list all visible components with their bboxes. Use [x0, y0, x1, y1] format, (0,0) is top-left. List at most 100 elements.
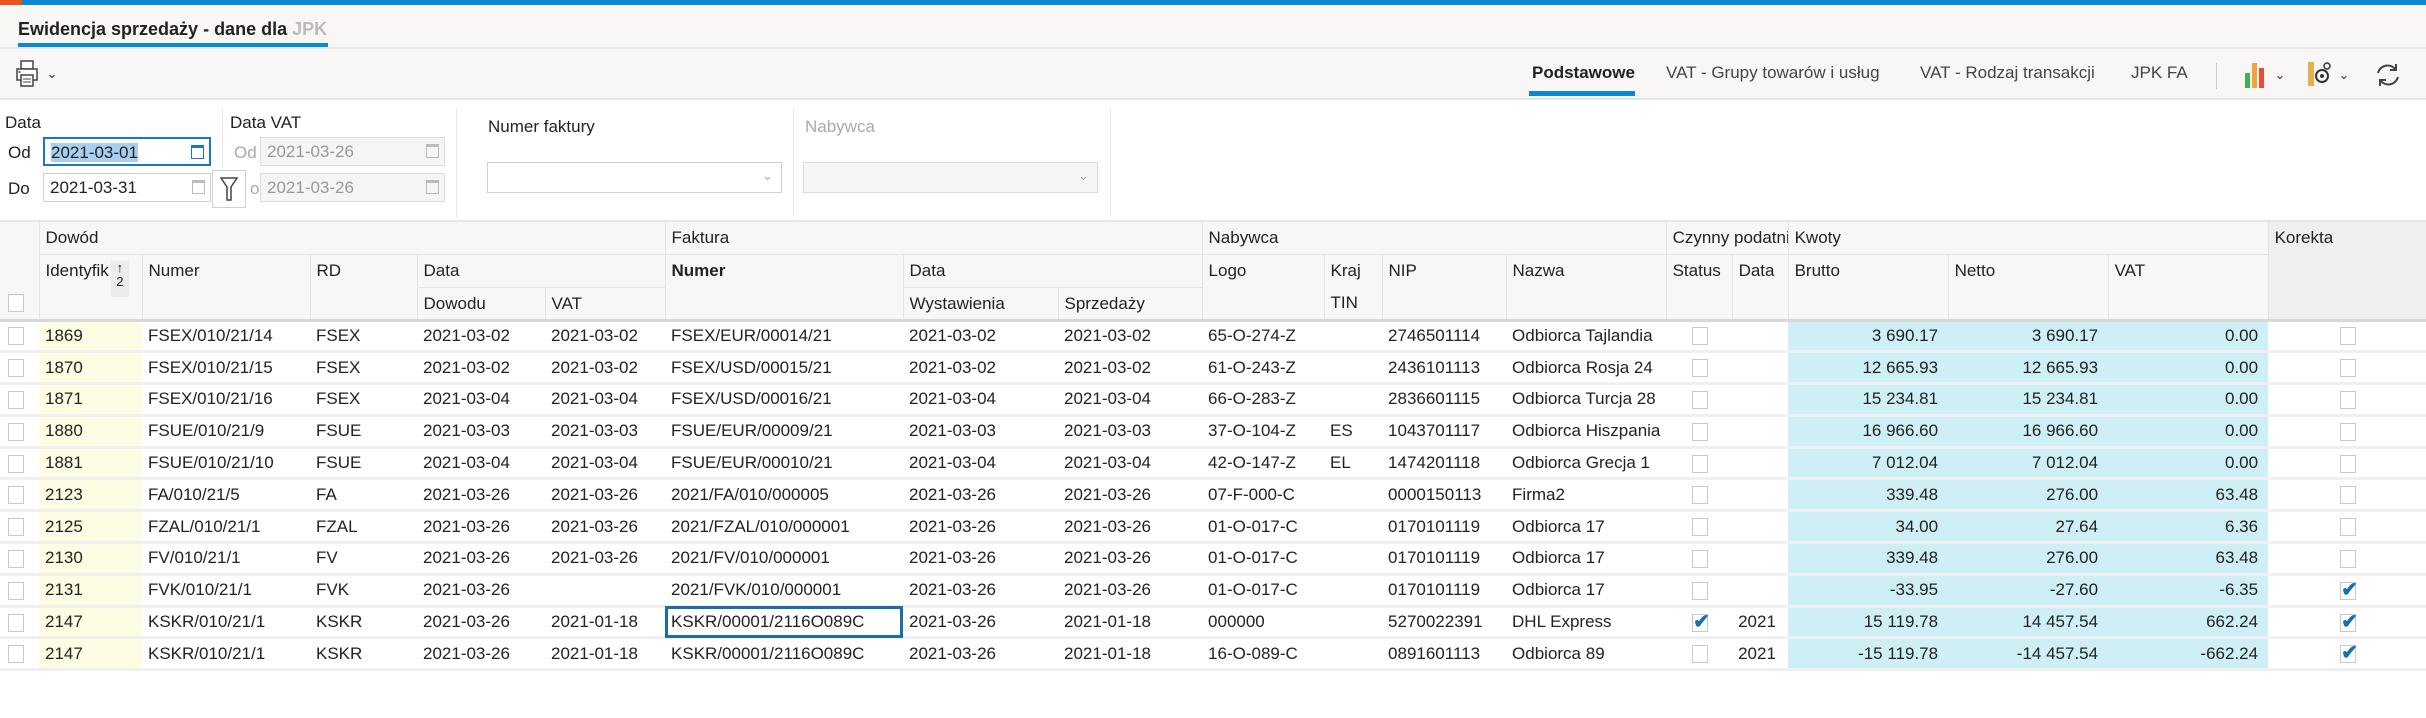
cell-nazwa[interactable]: Odbiorca 17: [1506, 510, 1667, 545]
cell-f-numer[interactable]: FSEX/EUR/00014/21: [665, 320, 904, 354]
cell-nip[interactable]: 0170101119: [1382, 510, 1507, 545]
column-header-netto[interactable]: Netto: [1948, 254, 2109, 322]
column-header-status[interactable]: Status: [1666, 254, 1733, 322]
cell-logo[interactable]: 07-F-000-C: [1202, 478, 1325, 513]
column-header-faktura-numer[interactable]: Numer: [665, 254, 904, 322]
cell-sprz[interactable]: 2021-03-02: [1058, 320, 1203, 354]
cell-k-vat[interactable]: 6.36: [2108, 510, 2269, 545]
row-select-checkbox[interactable]: [8, 549, 24, 568]
column-header-identyfik[interactable]: Identyfik ↑ 2: [39, 254, 143, 322]
cell-brutto[interactable]: -15 119.78: [1788, 637, 1949, 672]
cell-kraj[interactable]: ES: [1324, 415, 1383, 449]
cell-logo[interactable]: 16-O-089-C: [1202, 637, 1325, 672]
cell-k-vat[interactable]: 63.48: [2108, 478, 2269, 513]
cell-netto[interactable]: 3 690.17: [1948, 320, 2109, 354]
cell-vat[interactable]: 2021-03-26: [545, 542, 666, 576]
cell-kraj[interactable]: [1324, 383, 1383, 417]
cell-vat[interactable]: 2021-03-02: [545, 351, 666, 386]
calendar-icon[interactable]: [191, 145, 204, 159]
cell-numer[interactable]: FA/010/21/5: [142, 478, 310, 513]
view-tab-podstawowe[interactable]: Podstawowe: [1532, 63, 1635, 83]
cell-numer[interactable]: FSEX/010/21/16: [142, 383, 310, 417]
cell-nip[interactable]: 0891601113: [1382, 637, 1507, 672]
cell-nazwa[interactable]: Odbiorca 17: [1506, 542, 1667, 576]
column-header-wystawienia[interactable]: Wystawienia: [903, 287, 1059, 322]
cell-netto[interactable]: 7 012.04: [1948, 447, 2109, 481]
cell-wyst[interactable]: 2021-03-04: [903, 447, 1059, 481]
cell-rd[interactable]: FSUE: [310, 415, 417, 449]
cell-dowodu[interactable]: 2021-03-26: [417, 510, 545, 545]
column-header-nip[interactable]: NIP: [1382, 254, 1507, 322]
cell-id[interactable]: 1869: [39, 320, 142, 354]
cell-f-numer[interactable]: 2021/FVK/010/000001: [665, 574, 904, 608]
cell-id[interactable]: 2123: [39, 478, 142, 513]
cell-dowodu[interactable]: 2021-03-26: [417, 478, 545, 513]
cell-sprz[interactable]: 2021-03-04: [1058, 447, 1203, 481]
cell-vat[interactable]: 2021-03-03: [545, 415, 666, 449]
cell-nip[interactable]: 1043701117: [1382, 415, 1507, 449]
cell-c-data[interactable]: [1732, 510, 1789, 545]
data-od-input[interactable]: 2021-03-01: [43, 137, 211, 166]
column-header-nazwa[interactable]: Nazwa: [1506, 254, 1667, 322]
cell-dowodu[interactable]: 2021-03-02: [417, 351, 545, 386]
cell-sprz[interactable]: 2021-03-03: [1058, 415, 1203, 449]
cell-netto[interactable]: 15 234.81: [1948, 383, 2109, 417]
status-checkbox[interactable]: [1692, 549, 1709, 568]
cell-rd[interactable]: FZAL: [310, 510, 417, 545]
cell-sprz[interactable]: 2021-03-26: [1058, 478, 1203, 513]
cell-netto[interactable]: 14 457.54: [1948, 606, 2109, 640]
cell-brutto[interactable]: 339.48: [1788, 478, 1949, 513]
korekta-checkbox[interactable]: [2340, 327, 2357, 346]
korekta-checkbox[interactable]: [2340, 486, 2357, 505]
data-vat-od-input[interactable]: 2021-03-26: [260, 137, 445, 166]
row-select-checkbox[interactable]: [8, 359, 24, 378]
cell-nazwa[interactable]: Odbiorca Rosja 24: [1506, 351, 1667, 386]
korekta-checkbox[interactable]: [2340, 391, 2357, 409]
cell-wyst[interactable]: 2021-03-04: [903, 383, 1059, 417]
cell-id[interactable]: 2131: [39, 574, 142, 608]
row-select-checkbox[interactable]: [8, 327, 24, 346]
table-row[interactable]: 2131 FVK/010/21/1 FVK 2021-03-26 2021/FVK/01…: [0, 574, 2426, 608]
cell-kraj[interactable]: [1324, 510, 1383, 545]
view-tab-vat-grupy[interactable]: VAT - Grupy towarów i usług: [1666, 63, 1880, 83]
cell-k-vat[interactable]: -662.24: [2108, 637, 2269, 672]
cell-vat[interactable]: 2021-03-04: [545, 447, 666, 481]
cell-nip[interactable]: 0170101119: [1382, 574, 1507, 608]
column-header-numer[interactable]: Numer: [142, 254, 311, 322]
cell-dowodu[interactable]: 2021-03-26: [417, 574, 545, 608]
cell-nip[interactable]: 2836601115: [1382, 383, 1507, 417]
cell-logo[interactable]: 42-O-147-Z: [1202, 447, 1325, 481]
cell-dowodu[interactable]: 2021-03-03: [417, 415, 545, 449]
table-row[interactable]: 1880 FSUE/010/21/9 FSUE 2021-03-03 2021-03-0…: [0, 415, 2426, 449]
cell-wyst[interactable]: 2021-03-26: [903, 574, 1059, 608]
cell-k-vat[interactable]: 0.00: [2108, 447, 2269, 481]
cell-netto[interactable]: 276.00: [1948, 478, 2109, 513]
cell-sprz[interactable]: 2021-03-02: [1058, 351, 1203, 386]
status-checkbox[interactable]: [1692, 327, 1709, 346]
cell-numer[interactable]: KSKR/010/21/1: [142, 637, 310, 672]
cell-f-numer[interactable]: FSEX/USD/00015/21: [665, 351, 904, 386]
cell-rd[interactable]: FVK: [310, 574, 417, 608]
row-select-checkbox[interactable]: [8, 581, 24, 600]
cell-logo[interactable]: 000000: [1202, 606, 1325, 640]
cell-f-numer[interactable]: KSKR/00001/2116O089C: [665, 637, 904, 672]
cell-sprz[interactable]: 2021-03-26: [1058, 574, 1203, 608]
cell-nazwa[interactable]: Odbiorca Hiszpania: [1506, 415, 1667, 449]
cell-numer[interactable]: FVK/010/21/1: [142, 574, 310, 608]
cell-id[interactable]: 2147: [39, 637, 142, 672]
table-row[interactable]: 1869 FSEX/010/21/14 FSEX 2021-03-02 2021-03-…: [0, 320, 2426, 354]
cell-vat[interactable]: 2021-03-26: [545, 478, 666, 513]
status-checkbox[interactable]: [1692, 422, 1709, 441]
data-vat-do-input[interactable]: 2021-03-26: [260, 173, 445, 202]
table-row[interactable]: 2130 FV/010/21/1 FV 2021-03-26 2021-03-26 202…: [0, 542, 2426, 576]
cell-sprz[interactable]: 2021-03-26: [1058, 542, 1203, 576]
cell-id[interactable]: 2147: [39, 606, 142, 640]
cell-c-data[interactable]: [1732, 478, 1789, 513]
cell-dowodu[interactable]: 2021-03-26: [417, 542, 545, 576]
cell-kraj[interactable]: EL: [1324, 447, 1383, 481]
cell-wyst[interactable]: 2021-03-02: [903, 351, 1059, 386]
korekta-checkbox[interactable]: [2340, 454, 2357, 473]
cell-brutto[interactable]: 339.48: [1788, 542, 1949, 576]
cell-rd[interactable]: KSKR: [310, 637, 417, 672]
korekta-checkbox[interactable]: [2340, 518, 2357, 537]
